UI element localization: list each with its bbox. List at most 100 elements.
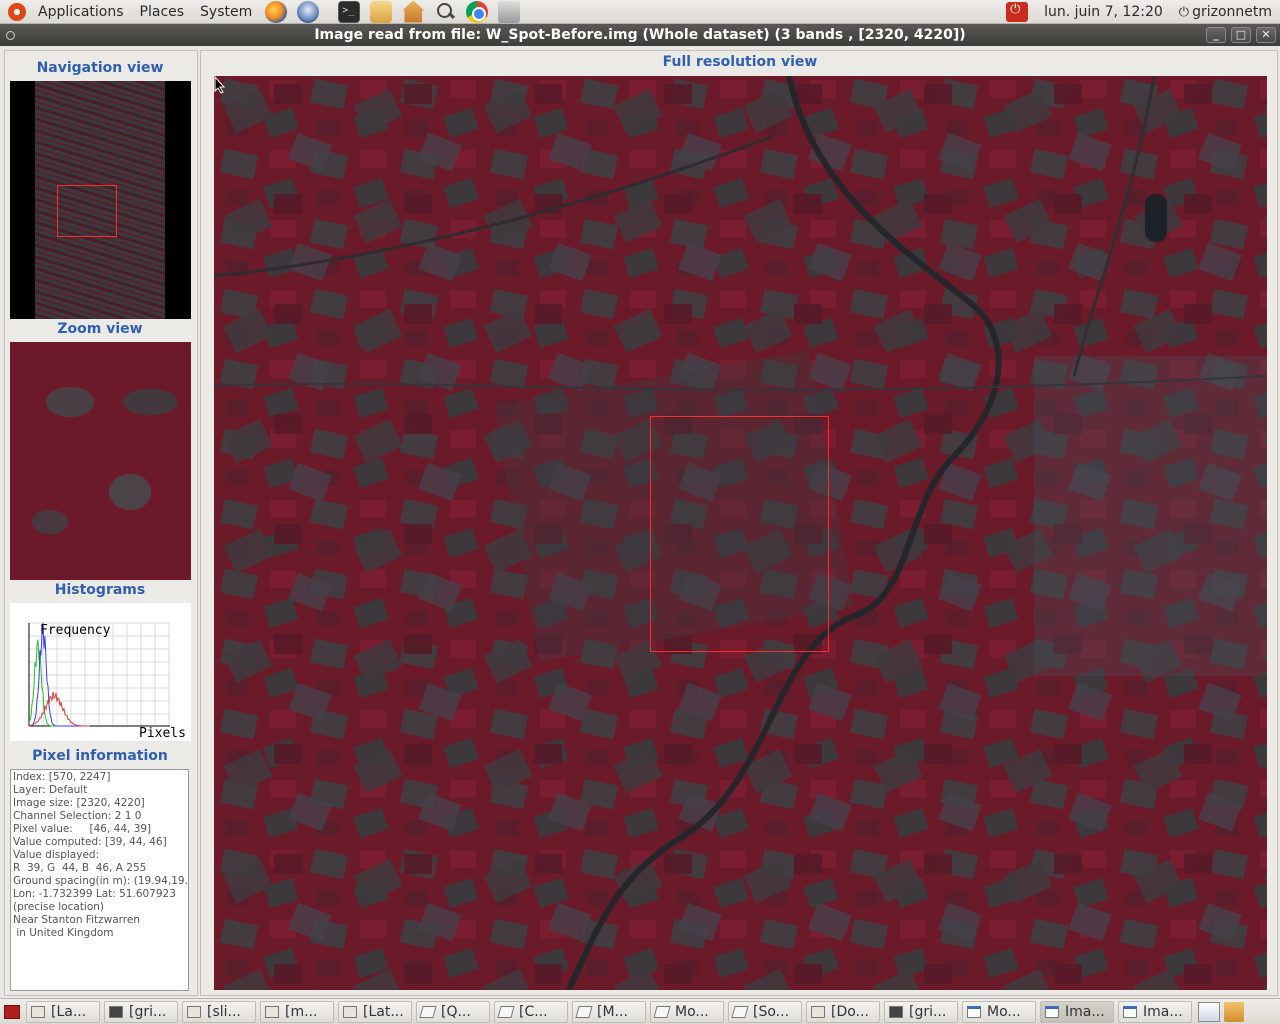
window-icon xyxy=(31,1005,45,1018)
taskbar-button[interactable]: Ima... xyxy=(1118,1000,1192,1023)
window-icon xyxy=(731,1005,749,1018)
taskbar-button[interactable]: [M... xyxy=(572,1000,646,1023)
taskbar-button[interactable]: [sli... xyxy=(182,1000,256,1023)
window-icon xyxy=(967,1005,981,1018)
histogram-red-series xyxy=(28,691,90,727)
pixel-info-line: Near Stanton Fitzwarren xyxy=(13,914,140,926)
taskbar-button-label: Ima... xyxy=(1065,1003,1105,1020)
taskbar-button[interactable]: Ima... xyxy=(1040,1000,1114,1023)
taskbar-button-label: Mo... xyxy=(987,1003,1021,1020)
trash-icon[interactable] xyxy=(1224,1001,1244,1022)
taskbar-button[interactable]: [Lat... xyxy=(338,1000,412,1023)
taskbar-button-label: [gri... xyxy=(909,1003,947,1020)
taskbar-button-label: [gri... xyxy=(129,1003,167,1020)
workspace-switcher-icon[interactable] xyxy=(1198,1001,1220,1022)
window-titlebar[interactable]: Image read from file: W_Spot-Before.img … xyxy=(0,24,1280,46)
chrome-icon[interactable] xyxy=(466,0,489,23)
navigation-view-title: Navigation view xyxy=(36,60,164,76)
full-resolution-view-title: Full resolution view xyxy=(662,54,818,70)
zoom-view[interactable] xyxy=(10,342,191,580)
window-icon xyxy=(265,1005,279,1018)
pixel-info-line: Image size: [2320, 4220] xyxy=(13,797,145,809)
taskbar-button-label: [Do... xyxy=(831,1003,869,1020)
pixel-info-line: R 39, G 44, B 46, A 255 xyxy=(13,862,147,874)
window-title: Image read from file: W_Spot-Before.img … xyxy=(314,27,966,43)
file-manager-icon[interactable] xyxy=(370,0,393,23)
pixel-info-line: Ground spacing(in m): (19.94,19.99) xyxy=(13,875,189,887)
system-menu[interactable]: System xyxy=(192,0,260,24)
window-icon xyxy=(343,1005,357,1018)
right-panel: Full resolution view xyxy=(200,50,1278,996)
window-icon xyxy=(1123,1005,1137,1018)
clock[interactable]: lun. juin 7, 12:20 xyxy=(1036,0,1171,24)
thunderbird-icon[interactable] xyxy=(297,0,320,23)
window-controls: _ □ ✕ xyxy=(1206,27,1276,43)
pixel-info-line: Lon: -1.732399 Lat: 51.607923 xyxy=(13,888,176,900)
firefox-icon[interactable] xyxy=(265,0,288,23)
taskbar-button-label: [Lat... xyxy=(363,1003,404,1020)
user-name: grizonnetm xyxy=(1192,3,1272,20)
taskbar-button[interactable]: Mo... xyxy=(962,1000,1036,1023)
pixel-info-line: Pixel value: [46, 44, 39] xyxy=(13,823,152,835)
taskbar-button[interactable]: Mo... xyxy=(650,1000,724,1023)
search-icon[interactable] xyxy=(434,1,456,23)
histograms-title: Histograms xyxy=(54,582,146,598)
window-icon xyxy=(497,1005,515,1018)
maximize-button[interactable]: □ xyxy=(1231,27,1251,43)
pixel-info-line: in United Kingdom xyxy=(13,927,114,939)
taskbar-button-label: Mo... xyxy=(675,1003,709,1020)
lake xyxy=(1145,194,1167,242)
show-desktop-icon[interactable] xyxy=(4,1004,20,1019)
taskbar-button[interactable]: [gri... xyxy=(884,1000,958,1023)
taskbar-button-label: [So... xyxy=(753,1003,790,1020)
applications-menu[interactable]: Applications xyxy=(30,0,132,24)
window-icon xyxy=(653,1005,671,1018)
window-menu-icon[interactable] xyxy=(6,31,15,40)
taskbar-button-label: [m... xyxy=(285,1003,318,1020)
histogram-ylabel: Frequency xyxy=(40,623,111,638)
taskbar-button[interactable]: [gri... xyxy=(104,1000,178,1023)
taskbar-button-label: [sli... xyxy=(207,1003,241,1020)
taskbar-button-label: Ima... xyxy=(1143,1003,1183,1020)
taskbar-button[interactable]: [m... xyxy=(260,1000,334,1023)
mouse-cursor-icon xyxy=(214,76,226,94)
close-button[interactable]: ✕ xyxy=(1256,27,1276,43)
taskbar-button-label: [C... xyxy=(519,1003,548,1020)
zoom-view-title: Zoom view xyxy=(57,321,143,337)
histogram-chart: Frequency Pixels xyxy=(28,622,186,741)
panel-tray: lun. juin 7, 12:20 ⏻grizonnetm xyxy=(1006,0,1280,24)
ubuntu-logo-icon[interactable] xyxy=(8,2,26,21)
histogram-xlabel: Pixels xyxy=(139,726,186,741)
pixel-information-panel[interactable]: Index: [570, 2247] Layer: Default Image si… xyxy=(10,769,189,991)
power-icon[interactable] xyxy=(1006,1,1029,22)
navigation-selection-rect[interactable] xyxy=(57,185,117,237)
taskbar-button-label: [M... xyxy=(597,1003,628,1020)
places-menu[interactable]: Places xyxy=(132,0,193,24)
taskbar-button-label: [La... xyxy=(51,1003,87,1020)
taskbar-button[interactable]: [Do... xyxy=(806,1000,880,1023)
taskbar-button[interactable]: [So... xyxy=(728,1000,802,1023)
full-resolution-view[interactable] xyxy=(214,76,1267,990)
window-icon xyxy=(575,1005,593,1018)
histogram-green-series xyxy=(28,639,90,727)
pixel-info-line: Value displayed: xyxy=(13,849,100,861)
taskbar-button[interactable]: [La... xyxy=(26,1000,100,1023)
zoom-selection-rect[interactable] xyxy=(650,416,829,652)
app-area: Navigation view Zoom view Histograms Fre… xyxy=(0,46,1280,998)
user-menu[interactable]: ⏻ grizonnetm xyxy=(1171,0,1280,24)
window-icon xyxy=(419,1005,437,1018)
taskbar-button[interactable]: [Q... xyxy=(416,1000,490,1023)
terminal-icon[interactable] xyxy=(338,0,361,23)
home-folder-icon[interactable] xyxy=(402,0,425,23)
window-icon xyxy=(109,1005,123,1018)
taskbar-button[interactable]: [C... xyxy=(494,1000,568,1023)
applet-icon[interactable] xyxy=(498,0,521,23)
minimize-button[interactable]: _ xyxy=(1206,27,1226,43)
pixel-info-line: Index: [570, 2247] xyxy=(13,771,111,783)
pixel-info-line: (precise location) xyxy=(13,901,105,913)
task-list: [La... [gri... [sli... [m... [Lat... [Q... [C.… xyxy=(24,1000,1194,1023)
histogram-box: Frequency Pixels xyxy=(10,603,191,741)
navigation-view[interactable] xyxy=(10,81,191,319)
histogram-blue-series xyxy=(28,622,90,727)
user-power-icon: ⏻ xyxy=(1178,4,1190,20)
